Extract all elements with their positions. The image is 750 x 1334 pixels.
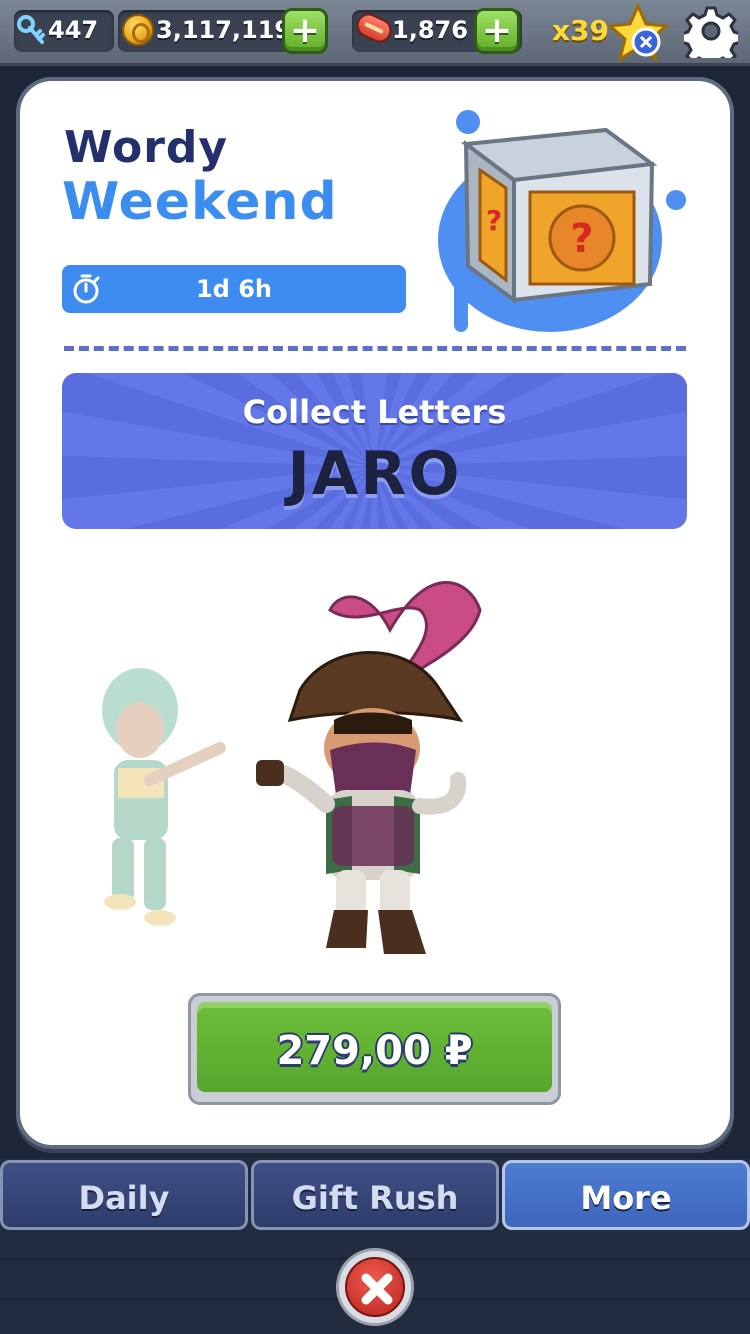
- background-character: [102, 668, 226, 926]
- buy-coins-button[interactable]: +: [282, 8, 328, 54]
- star-icon[interactable]: [606, 2, 670, 62]
- tab-label: Daily: [78, 1179, 170, 1217]
- close-button-face[interactable]: [345, 1257, 405, 1317]
- svg-text:?: ?: [570, 216, 593, 262]
- buy-hoverboards-button[interactable]: +: [474, 8, 520, 54]
- mystery-box-image: ? ?: [438, 110, 686, 332]
- currency-bar: 447 3,117,119 + 1,876 + x39: [0, 0, 750, 66]
- event-timer: 1d 6h: [62, 265, 406, 313]
- collect-letters-banner: Collect Letters JARO: [62, 373, 687, 529]
- banner-subtitle: Collect Letters: [242, 393, 507, 431]
- tab-label: Gift Rush: [291, 1179, 459, 1217]
- score-multiplier: x39: [552, 14, 610, 47]
- hoverboards-value: 1,876: [392, 16, 468, 44]
- character-preview-image: [102, 581, 482, 954]
- tab-more[interactable]: More: [502, 1160, 750, 1230]
- plus-icon: +: [289, 10, 321, 51]
- timer-value: 1d 6h: [195, 275, 273, 303]
- tab-label: More: [580, 1179, 672, 1217]
- coins-value: 3,117,119: [156, 16, 292, 44]
- close-button[interactable]: [336, 1248, 414, 1326]
- section-divider: [64, 346, 686, 351]
- keys-value: 447: [48, 16, 99, 44]
- coin-icon: [122, 14, 154, 46]
- close-icon: [361, 1273, 393, 1305]
- buy-offer-button-face[interactable]: 279,00 ₽: [197, 1002, 552, 1092]
- banner-word: JARO: [287, 439, 462, 509]
- event-title-line2: Weekend: [62, 172, 338, 232]
- tab-gift-rush[interactable]: Gift Rush: [251, 1160, 499, 1230]
- key-icon: [17, 15, 45, 44]
- event-title-line1: Wordy: [64, 122, 229, 173]
- svg-text:?: ?: [486, 204, 502, 237]
- buy-offer-button[interactable]: 279,00 ₽: [188, 993, 561, 1105]
- gear-icon[interactable]: [684, 4, 738, 58]
- offer-price: 279,00 ₽: [276, 1028, 473, 1074]
- tab-daily[interactable]: Daily: [0, 1160, 248, 1230]
- plus-icon: +: [481, 10, 513, 51]
